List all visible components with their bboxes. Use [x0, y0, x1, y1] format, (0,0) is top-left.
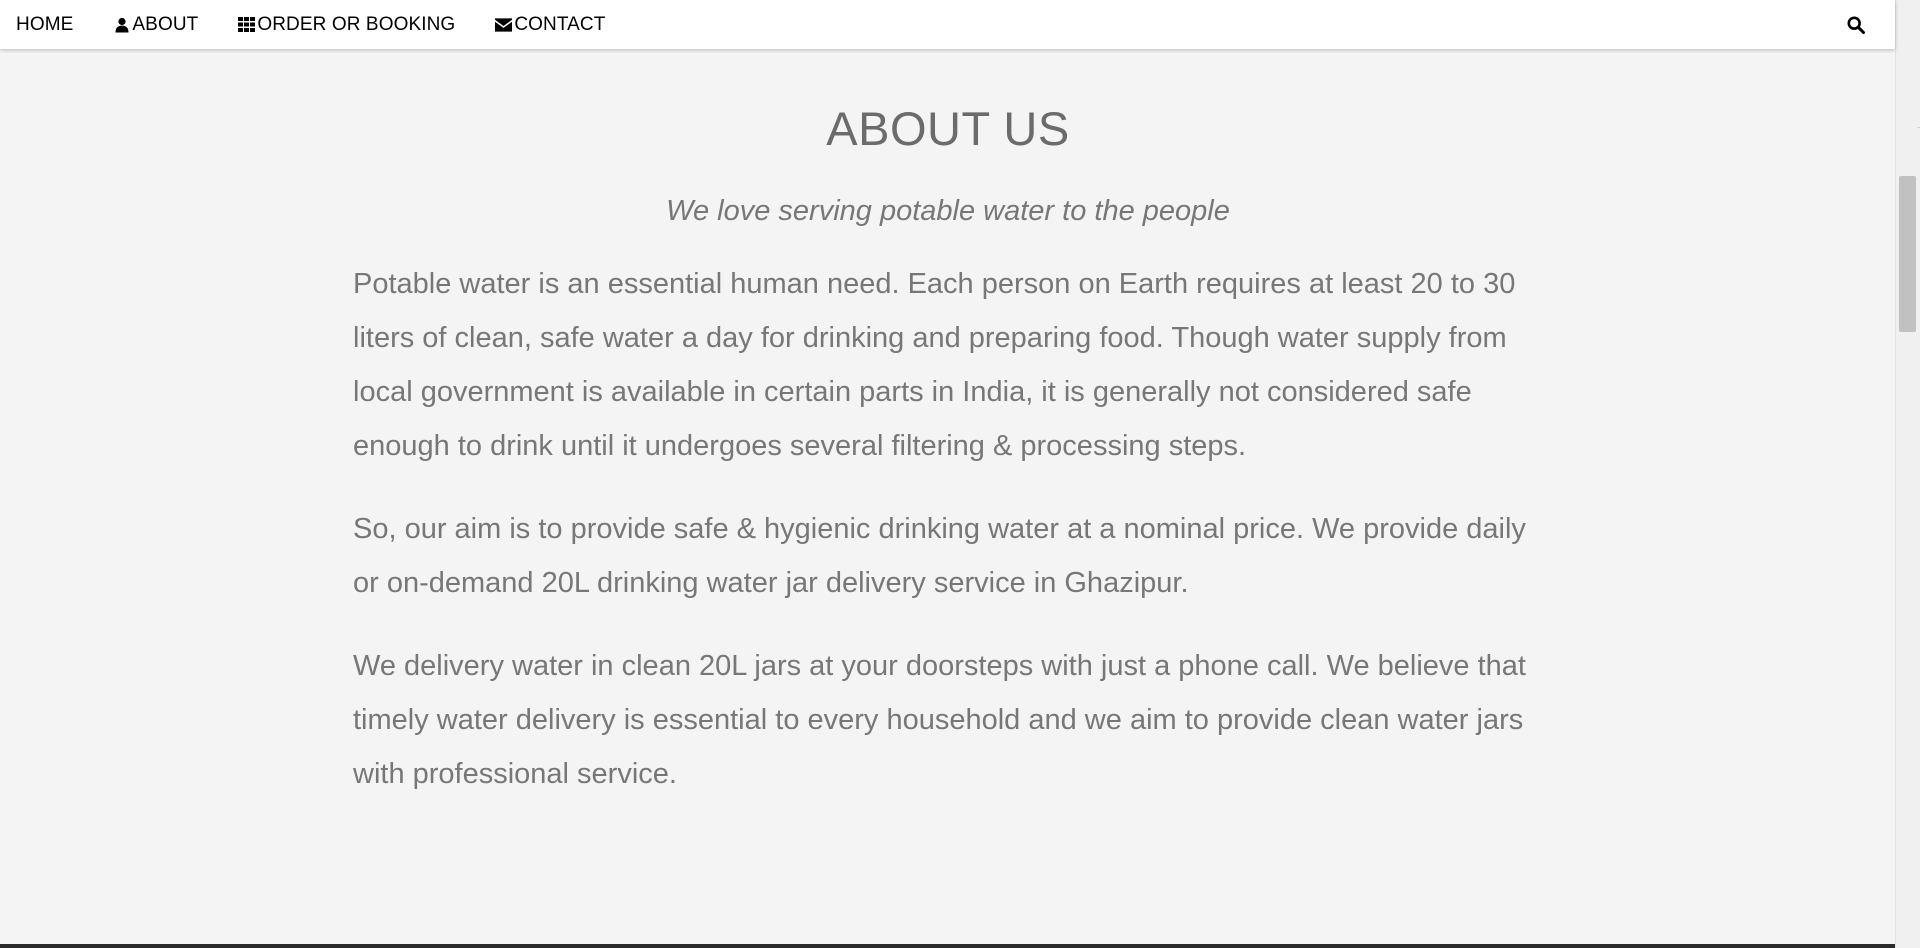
about-paragraph: We delivery water in clean 20L jars at y…: [353, 650, 1526, 790]
about-paragraph: Potable water is an essential human need…: [353, 268, 1516, 462]
user-icon: [113, 16, 130, 33]
scrollbar-thumb[interactable]: [1899, 176, 1916, 332]
nav-item-contact[interactable]: CONTACT: [495, 14, 605, 36]
vertical-scrollbar[interactable]: [1895, 0, 1920, 948]
nav-item-home[interactable]: HOME: [16, 14, 73, 36]
nav-item-contact-label: CONTACT: [514, 13, 606, 35]
grid-icon: [238, 16, 256, 33]
search-icon: [1847, 16, 1865, 34]
section-title: ABOUT US: [826, 102, 1070, 155]
nav-item-home-label: HOME: [16, 13, 74, 35]
page: HOME ABOUT ORDER OR BOOKING CONTACT ABOU…: [0, 0, 1920, 948]
nav-menu: HOME ABOUT ORDER OR BOOKING CONTACT: [0, 0, 645, 49]
nav-item-order-or-booking[interactable]: ORDER OR BOOKING: [238, 14, 455, 36]
content-area: HOME ABOUT ORDER OR BOOKING CONTACT ABOU…: [0, 0, 1895, 944]
search-button[interactable]: [1845, 14, 1867, 36]
section-tagline: We love serving potable water to the peo…: [666, 195, 1230, 227]
nav-item-about[interactable]: ABOUT: [113, 14, 198, 36]
top-navbar: HOME ABOUT ORDER OR BOOKING CONTACT: [0, 0, 1895, 49]
nav-item-order-label: ORDER OR BOOKING: [257, 13, 456, 35]
nav-item-about-label: ABOUT: [132, 13, 199, 35]
bottom-edge: [0, 944, 1895, 948]
about-section: ABOUT US We love serving potable water t…: [353, 49, 1543, 801]
about-paragraph: So, our aim is to provide safe & hygieni…: [353, 513, 1526, 599]
envelope-icon: [495, 16, 513, 33]
